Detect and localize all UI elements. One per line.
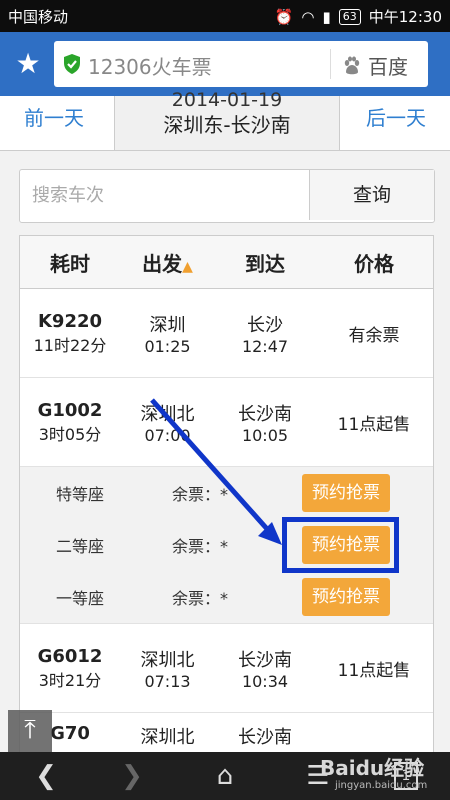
- date-route-panel: 2014-01-19 深圳东-长沙南: [114, 89, 340, 150]
- depart-time: 01:25: [144, 336, 191, 356]
- next-day-link[interactable]: 后一天: [366, 102, 426, 131]
- status-icons: ⏰ ◠ ▮ 63 中午12:30: [275, 6, 442, 27]
- header-depart[interactable]: 出发▲: [120, 248, 215, 277]
- arrive-time: 10:34: [241, 671, 289, 691]
- from-station: 深圳北: [140, 727, 195, 748]
- reserve-ticket-button[interactable]: 预约抢票: [302, 474, 390, 512]
- arrive-time: 12:47: [241, 336, 289, 356]
- seat-remaining: 余票：*: [172, 589, 229, 608]
- status-bar: 中国移动 ⏰ ◠ ▮ 63 中午12:30: [0, 0, 450, 32]
- sort-arrow-icon: ▲: [182, 258, 193, 275]
- watermark: Baidu经验: [320, 756, 425, 780]
- duration: 3时21分: [38, 670, 102, 690]
- seat-row: 特等座 余票：* 预约抢票: [20, 467, 433, 519]
- search-engine-button[interactable]: 百度: [342, 51, 408, 80]
- prev-day-link[interactable]: 前一天: [24, 102, 84, 131]
- header-duration[interactable]: 耗时: [20, 248, 120, 277]
- depart-time: 07:13: [144, 671, 191, 691]
- train-number: G1002: [37, 399, 103, 421]
- seat-remaining: 余票：*: [172, 485, 229, 504]
- train-number-input[interactable]: [20, 170, 320, 220]
- browser-toolbar: ★ 12306火车票 百度: [0, 32, 450, 96]
- to-station: 长沙南: [238, 649, 292, 671]
- from-station: 深圳: [149, 314, 186, 336]
- ticket-status: 有余票: [348, 325, 400, 346]
- duration: 11时22分: [33, 335, 107, 355]
- reserve-ticket-button[interactable]: 预约抢票: [302, 578, 390, 616]
- table-row[interactable]: G1002 3时05分 深圳北 07:00 长沙南 10:05 11点起售: [20, 378, 433, 467]
- table-header: 耗时 出发▲ 到达 价格: [20, 236, 433, 289]
- train-search: 查询: [19, 169, 435, 223]
- header-depart-label: 出发: [142, 251, 183, 276]
- seat-class: 特等座: [56, 485, 105, 504]
- home-icon[interactable]: ⌂: [205, 760, 245, 792]
- table-row[interactable]: G70 深圳北 长沙南: [20, 713, 433, 756]
- train-number: G6012: [37, 645, 103, 667]
- route-label: 深圳东-长沙南: [163, 113, 291, 137]
- wifi-icon: ◠: [301, 7, 315, 26]
- query-button[interactable]: 查询: [309, 170, 434, 220]
- search-engine-label: 百度: [368, 55, 408, 79]
- seat-class: 二等座: [56, 537, 105, 556]
- table-row[interactable]: K9220 11时22分 深圳 01:25 长沙 12:47 有余票: [20, 289, 433, 378]
- to-station: 长沙南: [238, 727, 292, 748]
- seat-remaining: 余票：*: [172, 537, 229, 556]
- seat-row: 一等座 余票：* 预约抢票: [20, 571, 433, 623]
- ticket-status: 11点起售: [337, 660, 411, 681]
- carrier-label: 中国移动: [8, 8, 69, 26]
- signal-icon: ▮: [322, 7, 331, 26]
- depart-time: 07:00: [144, 425, 191, 445]
- address-divider: [330, 49, 331, 79]
- watermark-url: jingyan.baidu.com: [335, 780, 428, 791]
- bookmark-star-icon[interactable]: ★: [12, 48, 44, 80]
- from-station: 深圳北: [140, 403, 195, 425]
- baidu-paw-icon: [344, 56, 360, 74]
- battery-icon: 63: [338, 8, 361, 25]
- to-station: 长沙南: [238, 403, 292, 425]
- train-number: K9220: [37, 310, 103, 332]
- annotation-highlight-box: [282, 517, 399, 573]
- clock: 中午12:30: [368, 8, 442, 26]
- to-station: 长沙: [247, 314, 283, 336]
- header-price[interactable]: 价格: [315, 248, 433, 277]
- travel-date: 2014-01-19: [171, 89, 283, 111]
- forward-icon[interactable]: ❯: [112, 760, 152, 792]
- table-row[interactable]: G6012 3时21分 深圳北 07:13 长沙南 10:34 11点起售: [20, 624, 433, 713]
- scroll-to-top-icon[interactable]: ⤒: [8, 710, 52, 754]
- train-list: 耗时 出发▲ 到达 价格 K9220 11时22分 深圳 01:25 长沙 12:47…: [19, 235, 434, 757]
- header-arrive[interactable]: 到达: [215, 248, 315, 277]
- alarm-icon: ⏰: [274, 7, 294, 26]
- address-bar[interactable]: 12306火车票 百度: [54, 41, 428, 87]
- seat-class: 一等座: [56, 589, 105, 608]
- duration: 3时05分: [38, 424, 102, 444]
- ticket-status: 11点起售: [337, 414, 411, 435]
- arrive-time: 10:05: [241, 425, 289, 445]
- from-station: 深圳北: [140, 649, 195, 671]
- url-text: 12306火车票: [88, 55, 212, 79]
- back-icon[interactable]: ❮: [26, 760, 66, 792]
- secure-shield-icon: [64, 54, 80, 74]
- date-navigation: 前一天 2014-01-19 深圳东-长沙南 后一天: [0, 89, 450, 151]
